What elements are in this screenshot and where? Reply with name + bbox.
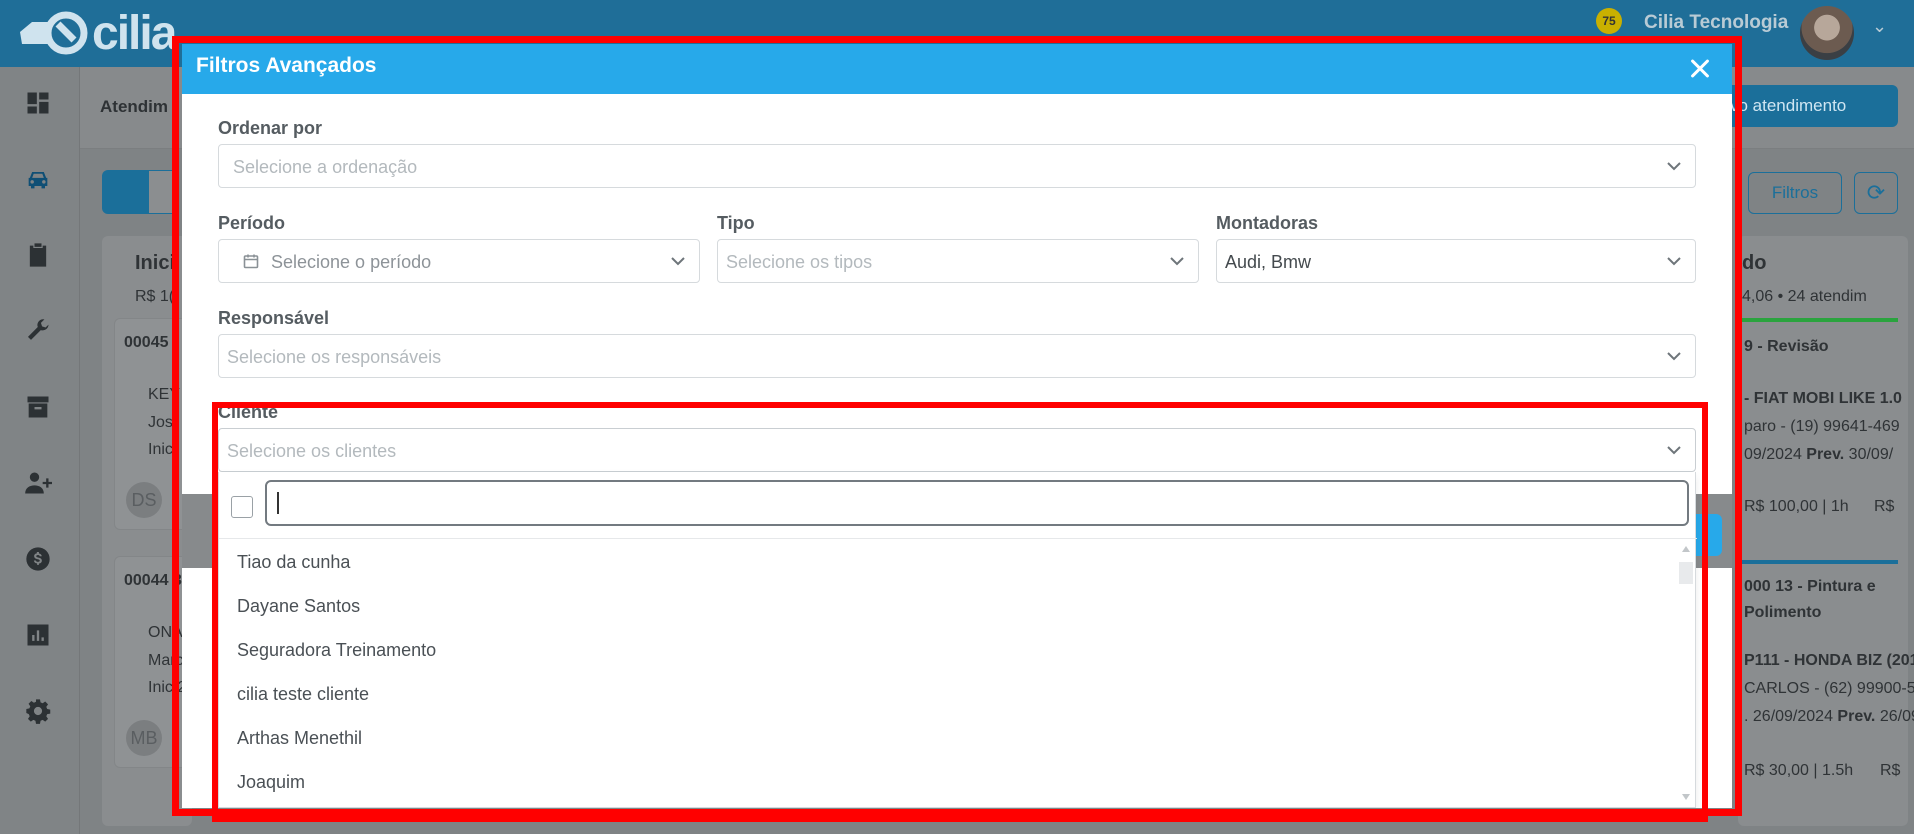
- dashboard-icon[interactable]: [22, 87, 54, 119]
- type-placeholder: Selecione os tipos: [726, 252, 873, 272]
- client-label: Cliente: [218, 402, 279, 422]
- modal-header: Filtros Avançados: [182, 44, 1732, 94]
- column-subtitle: R$ 1(: [135, 288, 175, 305]
- order-by-placeholder: Selecione a ordenação: [233, 157, 418, 177]
- order-by-select[interactable]: Selecione a ordenação: [218, 144, 1696, 188]
- car-icon[interactable]: [22, 163, 54, 195]
- chevron-down-icon: [669, 252, 687, 270]
- column-subtitle: 4,06 • 24 atendim: [1742, 288, 1867, 305]
- dollar-icon[interactable]: [22, 543, 54, 575]
- period-select[interactable]: Selecione o período: [218, 239, 700, 283]
- list-item[interactable]: Tiao da cunha: [237, 552, 350, 573]
- client-dropdown: Tiao da cunha Dayane Santos Seguradora T…: [218, 472, 1697, 808]
- client-placeholder: Selecione os clientes: [227, 441, 397, 461]
- avatar: MB: [126, 720, 162, 756]
- refresh-icon[interactable]: ⟳: [1854, 172, 1898, 214]
- calendar-icon: [243, 253, 259, 269]
- card-price: R$ 100,00 | 1h: [1744, 498, 1849, 515]
- archive-icon[interactable]: [22, 391, 54, 423]
- page-title: Atendim: [100, 97, 168, 116]
- list-item[interactable]: Seguradora Treinamento: [237, 640, 436, 661]
- order-by-label: Ordenar por: [218, 118, 323, 138]
- kanban-column: [1738, 236, 1908, 826]
- divider: [219, 538, 1697, 539]
- card-extra: R$: [1874, 498, 1895, 515]
- card-extra: R$: [1880, 762, 1901, 779]
- sidebar: [0, 67, 80, 834]
- card-client: Jos: [148, 414, 173, 431]
- card-dates: 09/2024 Prev. 30/09/: [1744, 446, 1894, 463]
- user-avatar[interactable]: [1800, 6, 1854, 60]
- select-all-checkbox[interactable]: [231, 496, 253, 518]
- kanban-view-button[interactable]: [102, 170, 148, 214]
- notification-badge[interactable]: 75: [1596, 8, 1622, 34]
- period-label: Período: [218, 213, 286, 233]
- card-title: Polimento: [1744, 604, 1822, 621]
- column-title: Inici: [135, 252, 176, 274]
- modal-title: Filtros Avançados: [196, 54, 377, 77]
- add-user-icon[interactable]: [22, 467, 54, 499]
- card-vehicle: P111 - HONDA BIZ (2016 /: [1744, 652, 1914, 669]
- manufacturers-value: Audi, Bmw: [1225, 252, 1312, 272]
- brand-logo-icon: [18, 10, 88, 56]
- card-vehicle: - FIAT MOBI LIKE 1.0: [1744, 390, 1902, 407]
- client-select[interactable]: Selecione os clientes: [218, 428, 1696, 472]
- advanced-filters-modal: Filtros Avançados Ordenar por Selecione …: [182, 44, 1732, 808]
- card-date: Inic: [148, 441, 173, 458]
- card-vehicle: KEY: [148, 386, 181, 403]
- chevron-down-icon: [1665, 347, 1683, 365]
- status-bar: [1738, 318, 1898, 322]
- organization-name[interactable]: Cilia Tecnologia: [1644, 12, 1788, 34]
- type-select[interactable]: Selecione os tipos: [717, 239, 1199, 283]
- brand-logo[interactable]: cilia: [18, 6, 177, 60]
- list-item[interactable]: Arthas Menethil: [237, 728, 362, 749]
- card-title: 9 - Revisão: [1744, 338, 1829, 355]
- scroll-up-icon[interactable]: [1682, 546, 1690, 552]
- brand-name: cilia: [92, 6, 177, 60]
- status-bar: [1738, 560, 1898, 564]
- scroll-down-icon[interactable]: [1682, 794, 1690, 800]
- card-dates: . 26/09/2024 Prev. 26/09/: [1744, 708, 1914, 725]
- list-item[interactable]: cilia teste cliente: [237, 684, 369, 705]
- text-cursor: [277, 492, 279, 514]
- chevron-down-icon: [1168, 252, 1186, 270]
- card-code: 00045: [124, 334, 169, 351]
- filters-button[interactable]: Filtros: [1748, 172, 1842, 214]
- list-view-button[interactable]: [148, 170, 178, 214]
- manufacturers-label: Montadoras: [1216, 213, 1319, 233]
- client-search-input[interactable]: [265, 480, 1689, 526]
- responsible-select[interactable]: Selecione os responsáveis: [218, 334, 1696, 378]
- list-item[interactable]: Dayane Santos: [237, 596, 360, 617]
- period-placeholder: Selecione o período: [271, 252, 432, 272]
- responsible-placeholder: Selecione os responsáveis: [227, 347, 442, 367]
- card-price: R$ 30,00 | 1.5h: [1744, 762, 1854, 779]
- chevron-down-icon: [1665, 157, 1683, 175]
- manufacturers-select[interactable]: Audi, Bmw: [1216, 239, 1696, 283]
- close-icon[interactable]: [1682, 51, 1718, 87]
- card-title: 000 13 - Pintura e: [1744, 578, 1876, 595]
- clipboard-icon[interactable]: [22, 239, 54, 271]
- type-label: Tipo: [717, 213, 755, 233]
- wrench-icon[interactable]: [22, 315, 54, 347]
- column-title: do: [1742, 252, 1767, 274]
- responsible-label: Responsável: [218, 308, 330, 328]
- chevron-down-icon[interactable]: ⌄: [1872, 16, 1887, 37]
- chart-icon[interactable]: [22, 619, 54, 651]
- gear-icon[interactable]: [22, 695, 54, 727]
- scrollbar-thumb[interactable]: [1679, 562, 1693, 584]
- chevron-down-icon: [1665, 441, 1683, 459]
- list-item[interactable]: Joaquim: [237, 772, 305, 793]
- card-contact: CARLOS - (62) 99900-56: [1744, 680, 1914, 697]
- chevron-down-icon: [1665, 252, 1683, 270]
- avatar: DS: [126, 482, 162, 518]
- card-contact: paro - (19) 99641-469: [1744, 418, 1900, 435]
